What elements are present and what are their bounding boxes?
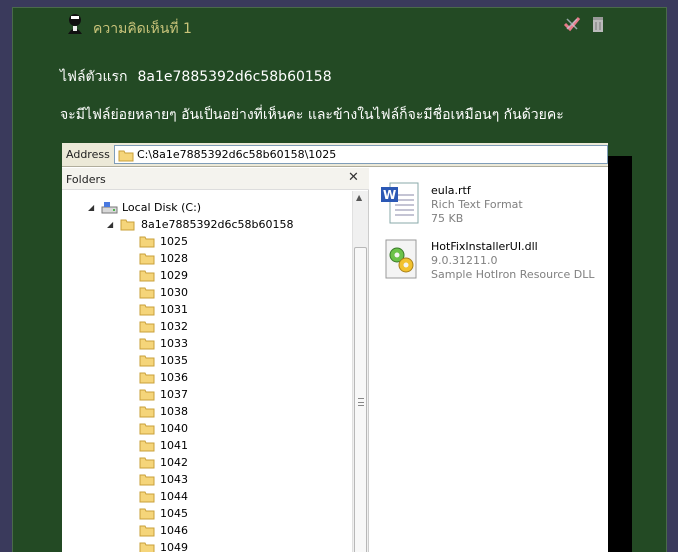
file-name: HotFixInstallerUI.dll: [431, 240, 538, 253]
address-label: Address: [66, 148, 110, 161]
comment-header: ความคิดเห็นที่ 1: [13, 8, 666, 42]
tree-item-folder-label: 1028: [160, 252, 188, 265]
folder-icon: [139, 270, 155, 282]
file-description: Sample HotIron Resource DLL: [431, 268, 595, 281]
tree-item-folder-label: 1040: [160, 422, 188, 435]
folder-icon: [139, 355, 155, 367]
scroll-thumb[interactable]: [354, 247, 367, 552]
file-type: Rich Text Format: [431, 198, 523, 211]
tree-item-folder-label: 1032: [160, 320, 188, 333]
tree-item-folder-label: 1038: [160, 405, 188, 418]
tree-item-folder-label: 1035: [160, 354, 188, 367]
tree-item-folder-label: 1046: [160, 524, 188, 537]
tree-item-folder-label: 1045: [160, 507, 188, 520]
folder-icon: [139, 491, 155, 503]
folder-icon: [139, 304, 155, 316]
scroll-grip-icon: [358, 398, 364, 406]
checkmark-icon[interactable]: [563, 15, 581, 33]
folder-icon: [118, 150, 134, 162]
file-item-hotfix-dll[interactable]: HotFixInstallerUI.dll 9.0.31211.0 Sample…: [380, 237, 605, 285]
folders-label: Folders: [66, 173, 106, 186]
open-folder-icon: [120, 219, 135, 231]
folder-icon: [139, 508, 155, 520]
folder-icon: [139, 525, 155, 537]
folder-icon: [139, 542, 155, 552]
folder-icon: [139, 287, 155, 299]
tree-item-folder-label: 1043: [160, 473, 188, 486]
address-field[interactable]: C:\8a1e7885392d6c58b60158\1025: [114, 145, 608, 164]
folder-icon: [139, 338, 155, 350]
avatar-icon: [68, 14, 82, 34]
comment-post: ความคิดเห็นที่ 1 ไฟล์ตัวแรก 8a1e7885392d6…: [12, 7, 667, 552]
folders-header: Folders ✕: [62, 168, 369, 190]
first-file-label: ไฟล์ตัวแรก: [60, 69, 128, 85]
folder-icon: [139, 423, 155, 435]
collapse-arrow-icon[interactable]: ◢: [88, 203, 94, 212]
folder-icon: [139, 321, 155, 333]
drive-icon: [101, 202, 118, 214]
tree-item-folder-label: 1044: [160, 490, 188, 503]
folder-icon: [139, 236, 155, 248]
folder-icon: [139, 253, 155, 265]
file-name: eula.rtf: [431, 184, 471, 197]
tree-item-folder-label: 1025: [160, 235, 188, 248]
word-document-icon: W: [381, 182, 419, 224]
tree-item-folder-label: 1030: [160, 286, 188, 299]
tree-item-root-label: 8a1e7885392d6c58b60158: [141, 218, 294, 231]
folder-icon: [139, 406, 155, 418]
folders-pane: Folders ✕ ◢ Local Disk (C:) ◢ 8a1e788539…: [62, 168, 369, 552]
dll-gear-icon: [385, 239, 417, 279]
trash-icon[interactable]: [589, 15, 607, 33]
tree-item-folder-label: 1036: [160, 371, 188, 384]
explorer-window-screenshot: Address C:\8a1e7885392d6c58b60158\1025 F…: [62, 143, 608, 552]
tree-item-folder-label: 1029: [160, 269, 188, 282]
first-file-hash: 8a1e7885392d6c58b60158: [137, 69, 332, 85]
address-bar: Address C:\8a1e7885392d6c58b60158\1025: [62, 143, 608, 167]
tree-item-folder-label: 1037: [160, 388, 188, 401]
address-value: C:\8a1e7885392d6c58b60158\1025: [137, 148, 337, 161]
folder-icon: [139, 474, 155, 486]
first-file-line: ไฟล์ตัวแรก 8a1e7885392d6c58b60158: [60, 66, 332, 88]
file-item-eula[interactable]: W eula.rtf Rich Text Format 75 KB: [380, 181, 605, 229]
tree-item-folder-label: 1031: [160, 303, 188, 316]
comment-body-text: จะมีไฟล์ย่อยหลายๆ อันเป็นอย่างที่เห็นคะ …: [60, 107, 564, 123]
scroll-up-arrow-icon[interactable]: ▲: [356, 193, 362, 202]
svg-text:W: W: [383, 188, 396, 202]
tree-item-drive-label: Local Disk (C:): [122, 201, 202, 214]
collapse-arrow-icon[interactable]: ◢: [107, 220, 113, 229]
tree-item-folder-label: 1033: [160, 337, 188, 350]
folder-icon: [139, 372, 155, 384]
tree-item-folder-label: 1049: [160, 541, 188, 552]
file-size: 75 KB: [431, 212, 464, 225]
folder-icon: [139, 457, 155, 469]
folder-icon: [139, 389, 155, 401]
folder-icon: [139, 440, 155, 452]
close-icon[interactable]: ✕: [348, 170, 359, 185]
file-version: 9.0.31211.0: [431, 254, 498, 267]
tree-item-folder-label: 1041: [160, 439, 188, 452]
comment-title: ความคิดเห็นที่ 1: [93, 21, 192, 37]
vertical-scrollbar[interactable]: ▲: [352, 191, 368, 552]
tree-item-folder-label: 1042: [160, 456, 188, 469]
